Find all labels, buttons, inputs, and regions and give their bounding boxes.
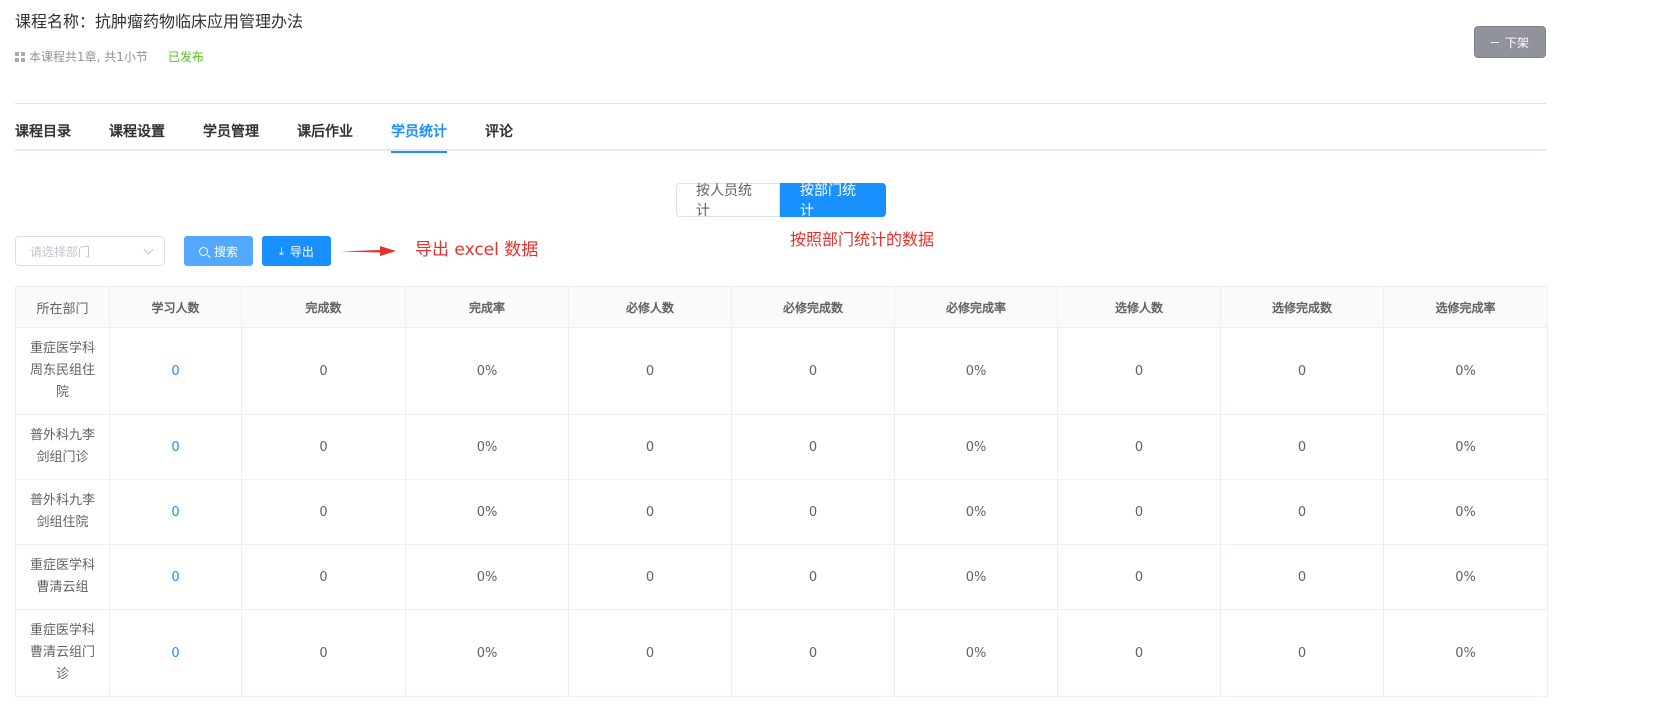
cell-elective-rate: 0% [1383, 479, 1548, 545]
cell-learners-link[interactable]: 0 [109, 609, 242, 697]
cell-elective-count: 0 [1057, 414, 1221, 480]
cell-completed: 0 [241, 327, 406, 415]
stats-mode-toggle: 按人员统计 按部门统计 [676, 183, 886, 219]
cell-required-completed: 0 [731, 414, 895, 480]
cell-elective-count: 0 [1057, 609, 1221, 697]
header-completion-rate: 完成率 [405, 286, 569, 328]
cell-required-completed: 0 [731, 609, 895, 697]
cell-required-rate: 0% [894, 327, 1058, 415]
chapter-count: 本课程共1章, 共1小节 [29, 50, 148, 64]
header-elective-completed: 选修完成数 [1220, 286, 1384, 328]
unpublish-label: 下架 [1504, 35, 1529, 50]
cell-learners-link[interactable]: 0 [109, 414, 242, 480]
cell-elective-completed: 0 [1220, 609, 1384, 697]
cell-completed: 0 [241, 414, 406, 480]
cell-department: 重症医学科曹清云组门诊 [15, 609, 110, 697]
department-placeholder: 请选择部门 [30, 244, 91, 259]
cell-completion-rate: 0% [405, 479, 569, 545]
department-annotation: 按照部门统计的数据 [790, 230, 935, 249]
header-elective-count: 选修人数 [1057, 286, 1221, 328]
cell-required-count: 0 [568, 414, 732, 480]
minus-icon [1490, 41, 1499, 43]
cell-elective-count: 0 [1057, 479, 1221, 545]
cell-elective-rate: 0% [1383, 609, 1548, 697]
cell-department: 普外科九李剑组门诊 [15, 414, 110, 480]
export-label: 导出 [289, 244, 314, 259]
cell-elective-rate: 0% [1383, 327, 1548, 415]
cell-required-rate: 0% [894, 479, 1058, 545]
header-elective-rate: 选修完成率 [1383, 286, 1548, 328]
cell-required-rate: 0% [894, 609, 1058, 697]
tab-homework[interactable]: 课后作业 [297, 118, 353, 149]
cell-required-count: 0 [568, 327, 732, 415]
cell-elective-completed: 0 [1220, 544, 1384, 610]
cell-learners-link[interactable]: 0 [109, 327, 242, 415]
cell-elective-count: 0 [1057, 544, 1221, 610]
course-title: 课程名称：抗肿瘤药物临床应用管理办法 [15, 12, 304, 31]
cell-completed: 0 [241, 544, 406, 610]
cell-elective-count: 0 [1057, 327, 1221, 415]
cell-elective-rate: 0% [1383, 544, 1548, 610]
header-completed: 完成数 [241, 286, 406, 328]
tab-student-statistics[interactable]: 学员统计 [391, 118, 447, 153]
table-row: 普外科九李剑组住院 0 0 0% 0 0 0% 0 0 0% [15, 479, 1548, 545]
download-icon: ⤓ [279, 244, 284, 258]
chevron-down-icon [143, 244, 154, 255]
cell-required-count: 0 [568, 609, 732, 697]
cell-required-completed: 0 [731, 544, 895, 610]
cell-required-completed: 0 [731, 327, 895, 415]
search-icon [198, 246, 208, 256]
department-select[interactable]: 请选择部门 [15, 236, 165, 266]
tab-student-management[interactable]: 学员管理 [203, 118, 259, 149]
cell-elective-completed: 0 [1220, 479, 1384, 545]
header-department: 所在部门 [15, 286, 110, 328]
cell-required-rate: 0% [894, 544, 1058, 610]
cell-completion-rate: 0% [405, 414, 569, 480]
cell-required-count: 0 [568, 544, 732, 610]
cell-learners-link[interactable]: 0 [109, 479, 242, 545]
table-row: 重症医学科周东民组住院 0 0 0% 0 0 0% 0 0 0% [15, 327, 1548, 415]
cell-required-completed: 0 [731, 479, 895, 545]
table-row: 普外科九李剑组门诊 0 0 0% 0 0 0% 0 0 0% [15, 414, 1548, 480]
cell-completion-rate: 0% [405, 609, 569, 697]
cell-elective-rate: 0% [1383, 414, 1548, 480]
unpublish-button[interactable]: 下架 [1474, 26, 1546, 58]
department-stats-table: 所在部门 学习人数 完成数 完成率 必修人数 必修完成数 必修完成率 选修人数 … [15, 286, 1548, 697]
table-row: 重症医学科曹清云组门诊 0 0 0% 0 0 0% 0 0 0% [15, 609, 1548, 697]
course-meta: 本课程共1章, 共1小节 已发布 [15, 48, 204, 66]
header-required-rate: 必修完成率 [894, 286, 1058, 328]
search-button[interactable]: 搜索 [184, 236, 253, 266]
cell-learners-link[interactable]: 0 [109, 544, 242, 610]
cell-department: 重症医学科周东民组住院 [15, 327, 110, 415]
cell-completion-rate: 0% [405, 327, 569, 415]
table-row: 重症医学科曹清云组 0 0 0% 0 0 0% 0 0 0% [15, 544, 1548, 610]
search-label: 搜索 [213, 244, 238, 259]
cell-completed: 0 [241, 609, 406, 697]
tab-course-settings[interactable]: 课程设置 [109, 118, 165, 149]
by-person-button[interactable]: 按人员统计 [676, 183, 780, 219]
table-header-row: 所在部门 学习人数 完成数 完成率 必修人数 必修完成数 必修完成率 选修人数 … [15, 286, 1548, 328]
cell-elective-completed: 0 [1220, 414, 1384, 480]
tab-comments[interactable]: 评论 [485, 118, 513, 149]
divider [15, 103, 1546, 104]
cell-completed: 0 [241, 479, 406, 545]
grid-icon [15, 52, 25, 62]
header-learners: 学习人数 [109, 286, 242, 328]
export-button[interactable]: ⤓ 导出 [262, 236, 331, 266]
header-required-completed: 必修完成数 [731, 286, 895, 328]
status-badge: 已发布 [167, 50, 204, 64]
annotation-arrow-icon [340, 246, 396, 256]
cell-required-rate: 0% [894, 414, 1058, 480]
cell-department: 普外科九李剑组住院 [15, 479, 110, 545]
course-tabs: 课程目录 课程设置 学员管理 课后作业 学员统计 评论 [15, 118, 1546, 153]
cell-elective-completed: 0 [1220, 327, 1384, 415]
tab-course-catalog[interactable]: 课程目录 [15, 118, 71, 149]
by-department-button[interactable]: 按部门统计 [780, 183, 886, 219]
cell-completion-rate: 0% [405, 544, 569, 610]
header-required-count: 必修人数 [568, 286, 732, 328]
export-annotation: 导出 excel 数据 [415, 240, 539, 260]
cell-required-count: 0 [568, 479, 732, 545]
cell-department: 重症医学科曹清云组 [15, 544, 110, 610]
